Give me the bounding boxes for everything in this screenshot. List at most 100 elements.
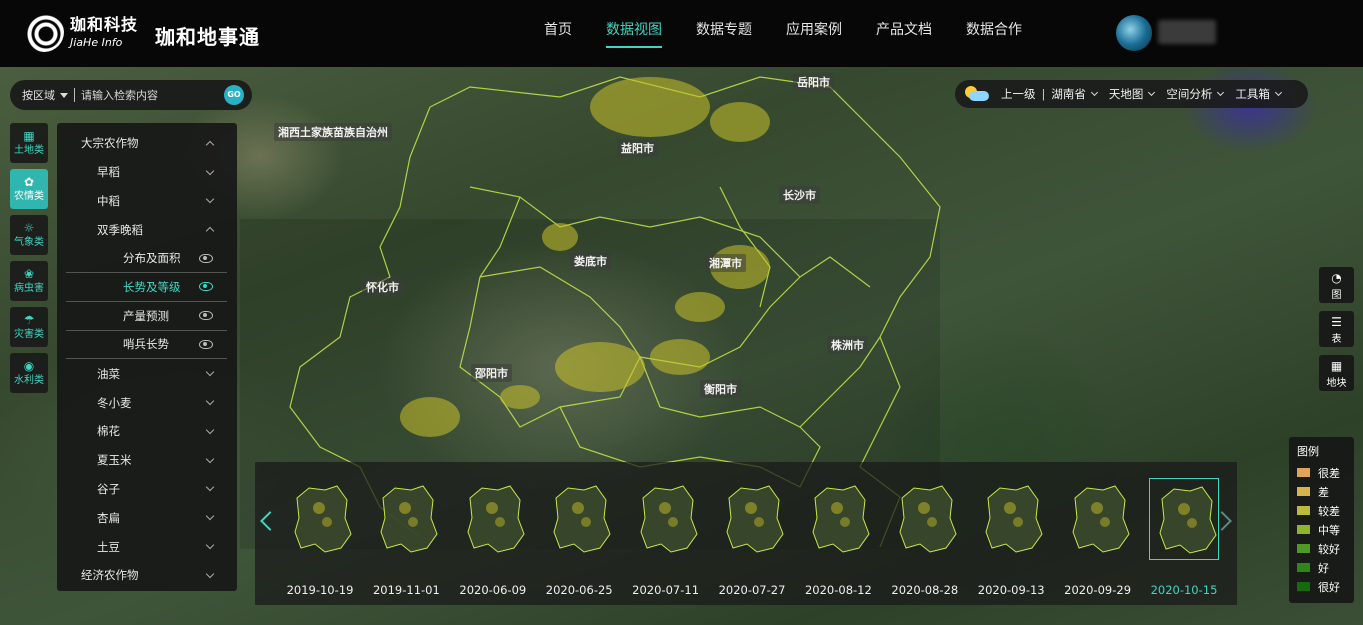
- city-label-xiangtan[interactable]: 湘潭市: [705, 254, 746, 272]
- search-go-button[interactable]: GO: [224, 85, 244, 105]
- tree-group-item[interactable]: 经济农作物: [57, 561, 237, 590]
- chevron-down-icon[interactable]: [205, 483, 215, 492]
- tree-layer-item[interactable]: 长势及等级: [66, 273, 227, 302]
- basemap-select[interactable]: 天地图: [1109, 86, 1156, 102]
- city-label-zhuzhou[interactable]: 株洲市: [827, 336, 868, 354]
- tree-group-item[interactable]: 冬小麦: [57, 388, 237, 417]
- eye-icon[interactable]: [199, 339, 213, 349]
- weather-icon[interactable]: [963, 86, 989, 102]
- chart-tool-button[interactable]: ◔ 图: [1319, 267, 1354, 303]
- toolbox-select[interactable]: 工具箱: [1235, 86, 1282, 102]
- rail-item[interactable]: ◉ 水利类: [10, 353, 48, 393]
- timeline-date-label[interactable]: 2020-07-11: [622, 583, 710, 597]
- tree-layer-item[interactable]: 哨兵长势: [66, 331, 227, 360]
- timeline-date-label[interactable]: 2019-11-01: [362, 583, 450, 597]
- timeline-thumbnail[interactable]: [285, 478, 355, 560]
- thumbnail-map: [380, 485, 438, 553]
- tree-group-item[interactable]: 中稻: [57, 187, 237, 216]
- spatial-analysis-select[interactable]: 空间分析: [1166, 86, 1225, 102]
- timeline-thumbnail[interactable]: [371, 478, 441, 560]
- region-select[interactable]: 湖南省: [1051, 86, 1098, 102]
- nav-item[interactable]: 首页: [527, 0, 589, 67]
- tree-group-item[interactable]: 早稻: [57, 158, 237, 187]
- timeline-date-label[interactable]: 2019-10-19: [276, 583, 364, 597]
- city-label-changsha[interactable]: 长沙市: [779, 186, 820, 204]
- timeline-thumbnail[interactable]: [803, 478, 873, 560]
- rail-item-label: 灾害类: [14, 329, 44, 340]
- user-avatar[interactable]: [1116, 15, 1152, 51]
- tree-group-item[interactable]: 谷子: [57, 475, 237, 504]
- timeline-date-label[interactable]: 2020-09-13: [967, 583, 1055, 597]
- city-label-loudi[interactable]: 娄底市: [570, 252, 611, 270]
- nav-item[interactable]: 产品文档: [859, 0, 949, 67]
- timeline-date-label[interactable]: 2020-10-15: [1140, 583, 1228, 597]
- timeline-partial-date[interactable]: 5: [255, 583, 259, 597]
- tree-group-item[interactable]: 油菜: [57, 359, 237, 388]
- search-scope-select[interactable]: 按区域: [10, 87, 68, 103]
- legend-label: 差: [1318, 485, 1329, 499]
- chevron-down-icon[interactable]: [205, 540, 215, 550]
- legend-swatch: [1297, 544, 1310, 553]
- chevron-down-icon[interactable]: [205, 368, 215, 377]
- timeline-thumbnail[interactable]: [631, 478, 701, 560]
- timeline-date-label[interactable]: 2020-06-09: [449, 583, 537, 597]
- tree-group-item[interactable]: 棉花: [57, 417, 237, 446]
- nav-item[interactable]: 数据视图: [589, 0, 679, 67]
- timeline-thumbnail[interactable]: [976, 478, 1046, 560]
- tree-layer-item[interactable]: 产量预测: [66, 302, 227, 331]
- chevron-down-icon[interactable]: [205, 396, 215, 406]
- chevron-up-icon[interactable]: [205, 140, 215, 150]
- chevron-down-icon[interactable]: [205, 454, 215, 463]
- chevron-down-icon[interactable]: [205, 512, 215, 521]
- timeline-thumbnail[interactable]: [458, 478, 528, 560]
- rail-item[interactable]: ☼ 气象类: [10, 215, 48, 255]
- city-label-xiangxi[interactable]: 湘西土家族苗族自治州: [274, 123, 392, 141]
- eye-icon[interactable]: [199, 253, 213, 263]
- timeline-date-label[interactable]: 2020-08-12: [794, 583, 882, 597]
- tree-group-item[interactable]: 夏玉米: [57, 446, 237, 475]
- plot-tool-button[interactable]: ▦ 地块: [1319, 355, 1354, 391]
- city-label-shaoyang[interactable]: 邵阳市: [471, 364, 512, 382]
- timeline-date-label[interactable]: 2020-07-27: [708, 583, 796, 597]
- city-label-hengyang[interactable]: 衡阳市: [700, 380, 741, 398]
- rail-item[interactable]: ☂ 灾害类: [10, 307, 48, 347]
- city-label-yiyang[interactable]: 益阳市: [617, 139, 658, 157]
- timeline-date-label[interactable]: 2020-08-28: [881, 583, 969, 597]
- timeline-prev-arrow-icon[interactable]: [260, 511, 280, 531]
- timeline-date-label[interactable]: 2020-09-29: [1054, 583, 1142, 597]
- nav-item[interactable]: 数据专题: [679, 0, 769, 67]
- eye-icon[interactable]: [199, 311, 213, 321]
- rail-item-label: 水利类: [14, 375, 44, 386]
- tree-group-item[interactable]: 土豆: [57, 532, 237, 561]
- rail-item[interactable]: ❀ 病虫害: [10, 261, 48, 301]
- tree-group-item[interactable]: 双季晚稻: [57, 215, 237, 244]
- nav-item[interactable]: 数据合作: [949, 0, 1039, 67]
- timeline-thumbnail[interactable]: [717, 478, 787, 560]
- timeline-thumbnail[interactable]: [890, 478, 960, 560]
- tree-group-item[interactable]: 大宗农作物: [57, 129, 237, 158]
- table-tool-button[interactable]: ☰ 表: [1319, 311, 1354, 347]
- tree-layer-item[interactable]: 分布及面积: [66, 244, 227, 273]
- up-level-button[interactable]: 上一级 |: [1001, 86, 1051, 102]
- chevron-down-icon[interactable]: [205, 425, 215, 435]
- timeline-thumbnail[interactable]: [1063, 478, 1133, 560]
- legend-swatch: [1297, 468, 1310, 477]
- rail-item[interactable]: ✿ 农情类: [10, 169, 48, 209]
- city-label-yueyang[interactable]: 岳阳市: [793, 73, 834, 91]
- user-name-redacted[interactable]: [1158, 20, 1216, 44]
- thumbnail-map: [640, 485, 698, 553]
- timeline-thumbnail[interactable]: [1149, 478, 1219, 560]
- search-input[interactable]: [81, 88, 211, 102]
- timeline-thumbnail[interactable]: [544, 478, 614, 560]
- timeline-date-label[interactable]: 2020-06-25: [535, 583, 623, 597]
- chevron-up-icon[interactable]: [205, 227, 215, 236]
- chevron-down-icon[interactable]: [205, 166, 215, 175]
- chevron-down-icon[interactable]: [205, 195, 215, 204]
- brand-logo[interactable]: 珈和科技 JiaHe Info: [24, 12, 138, 52]
- chevron-down-icon[interactable]: [205, 569, 215, 579]
- rail-item[interactable]: ▦ 土地类: [10, 123, 48, 163]
- city-label-huaihua[interactable]: 怀化市: [362, 278, 403, 296]
- nav-item[interactable]: 应用案例: [769, 0, 859, 67]
- eye-icon[interactable]: [199, 282, 213, 292]
- tree-group-item[interactable]: 杏扁: [57, 503, 237, 532]
